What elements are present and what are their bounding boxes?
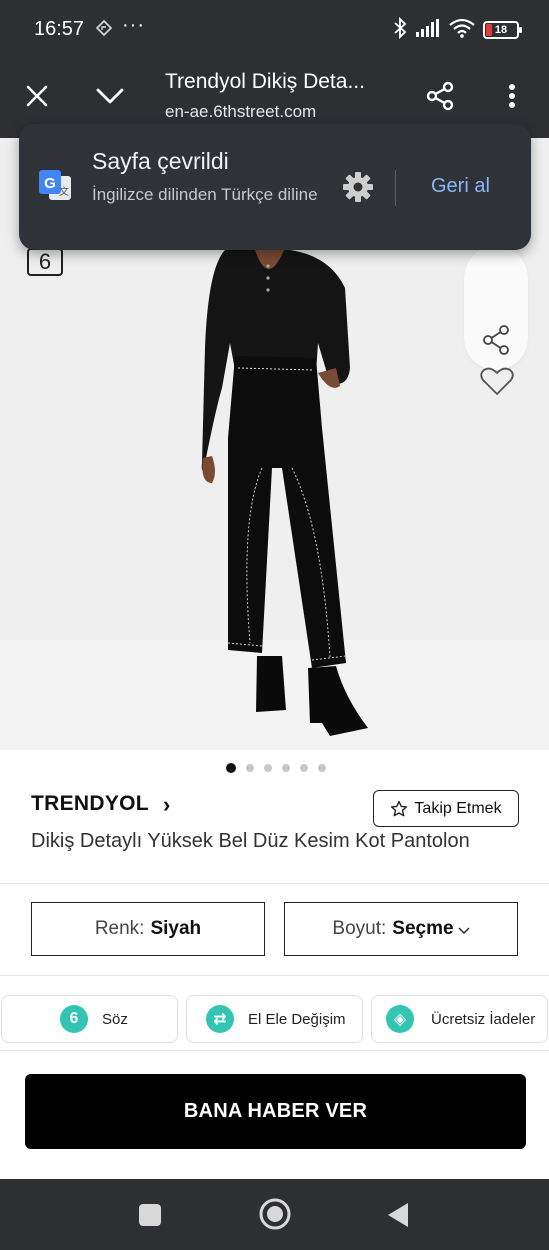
back-icon	[388, 1203, 408, 1227]
close-icon	[26, 85, 48, 107]
six-icon: 6	[60, 1005, 88, 1033]
translate-subtitle: İngilizce dilinden Türkçe diline	[92, 185, 318, 204]
benefit-chip-promise[interactable]: 6 Söz	[1, 995, 178, 1043]
carousel-indicator	[0, 763, 549, 776]
minimize-button[interactable]	[88, 74, 132, 118]
signal-icon	[415, 18, 441, 43]
divider	[0, 975, 549, 976]
share-icon	[483, 325, 509, 355]
size-label: Boyut:	[332, 918, 387, 939]
translate-settings-button[interactable]	[341, 170, 375, 204]
wishlist-button[interactable]	[480, 366, 514, 401]
brand-name[interactable]: TRENDYOL	[31, 792, 149, 816]
close-button[interactable]	[15, 74, 59, 118]
notify-me-button[interactable]: BANA HABER VER	[25, 1074, 526, 1149]
carousel-dot-active[interactable]	[225, 763, 236, 773]
benefit-label: Ücretsiz İadeler	[431, 1010, 536, 1028]
share-icon	[426, 81, 454, 111]
carousel-dot[interactable]	[263, 764, 272, 772]
color-value: Siyah	[150, 918, 202, 939]
carousel-dot[interactable]	[281, 764, 290, 772]
google-translate-icon: G 文	[37, 168, 73, 204]
chevron-right-icon[interactable]: ›	[163, 792, 170, 818]
more-menu-button[interactable]	[490, 74, 534, 118]
more-notifications-icon: ···	[122, 14, 145, 36]
svg-text:文: 文	[59, 185, 69, 198]
share-button[interactable]	[418, 74, 462, 118]
benefit-chip-free-returns[interactable]: ◈ Ücretsiz İadeler	[371, 995, 548, 1043]
color-selector[interactable]: Renk: Siyah	[31, 902, 265, 956]
navigation-indicator-icon	[95, 19, 113, 42]
svg-text:G: G	[44, 175, 56, 192]
sixth-street-badge: 6	[27, 248, 63, 276]
carousel-dot[interactable]	[245, 764, 254, 772]
home-button[interactable]	[258, 1197, 292, 1236]
color-label: Renk:	[94, 918, 145, 939]
more-vert-icon	[509, 84, 515, 108]
carousel-dot[interactable]	[299, 764, 308, 772]
star-icon	[391, 800, 408, 816]
chevron-down-icon	[96, 88, 124, 104]
exchange-icon: ⇄	[206, 1005, 234, 1033]
undo-translation-button[interactable]: Geri al	[431, 175, 490, 198]
size-value: Seçme	[392, 918, 454, 939]
benefit-label: Söz	[102, 1010, 128, 1028]
page-url: en-ae.6thstreet.com	[165, 102, 317, 121]
carousel-dot[interactable]	[317, 764, 326, 772]
system-navigation-bar	[0, 1179, 549, 1250]
heart-icon	[480, 367, 514, 395]
product-share-button[interactable]	[481, 324, 511, 361]
recents-icon	[139, 1204, 161, 1226]
page-title: Trendyol Dikiş Deta...	[165, 70, 365, 93]
popup-divider	[395, 170, 396, 206]
translate-popup: G 文 Sayfa çevrildi İngilizce dilinden Tü…	[19, 124, 531, 250]
follow-label: Takip Etmek	[414, 799, 502, 817]
size-selector[interactable]: Boyut: Seçme	[284, 902, 518, 956]
battery-level: 18	[494, 24, 508, 36]
gear-icon	[343, 172, 373, 202]
wifi-icon	[449, 18, 475, 43]
divider	[0, 883, 549, 884]
home-icon	[259, 1198, 291, 1230]
battery-icon: 18	[483, 21, 522, 39]
recents-button[interactable]	[138, 1203, 162, 1232]
benefit-label: El Ele Değişim	[248, 1010, 346, 1028]
back-button[interactable]	[386, 1201, 410, 1234]
translate-title: Sayfa çevrildi	[92, 148, 229, 174]
benefit-chip-exchange[interactable]: ⇄ El Ele Değişim	[186, 995, 363, 1043]
follow-brand-button[interactable]: Takip Etmek	[373, 790, 519, 827]
product-title: Dikiş Detaylı Yüksek Bel Düz Kesim Kot P…	[31, 830, 470, 852]
bluetooth-icon	[393, 16, 407, 44]
free-return-icon: ◈	[386, 1005, 414, 1033]
status-time: 16:57	[34, 18, 85, 40]
status-bar: 16:57 ··· 18	[0, 0, 549, 60]
divider	[0, 1050, 549, 1051]
chevron-down-icon	[458, 927, 470, 934]
